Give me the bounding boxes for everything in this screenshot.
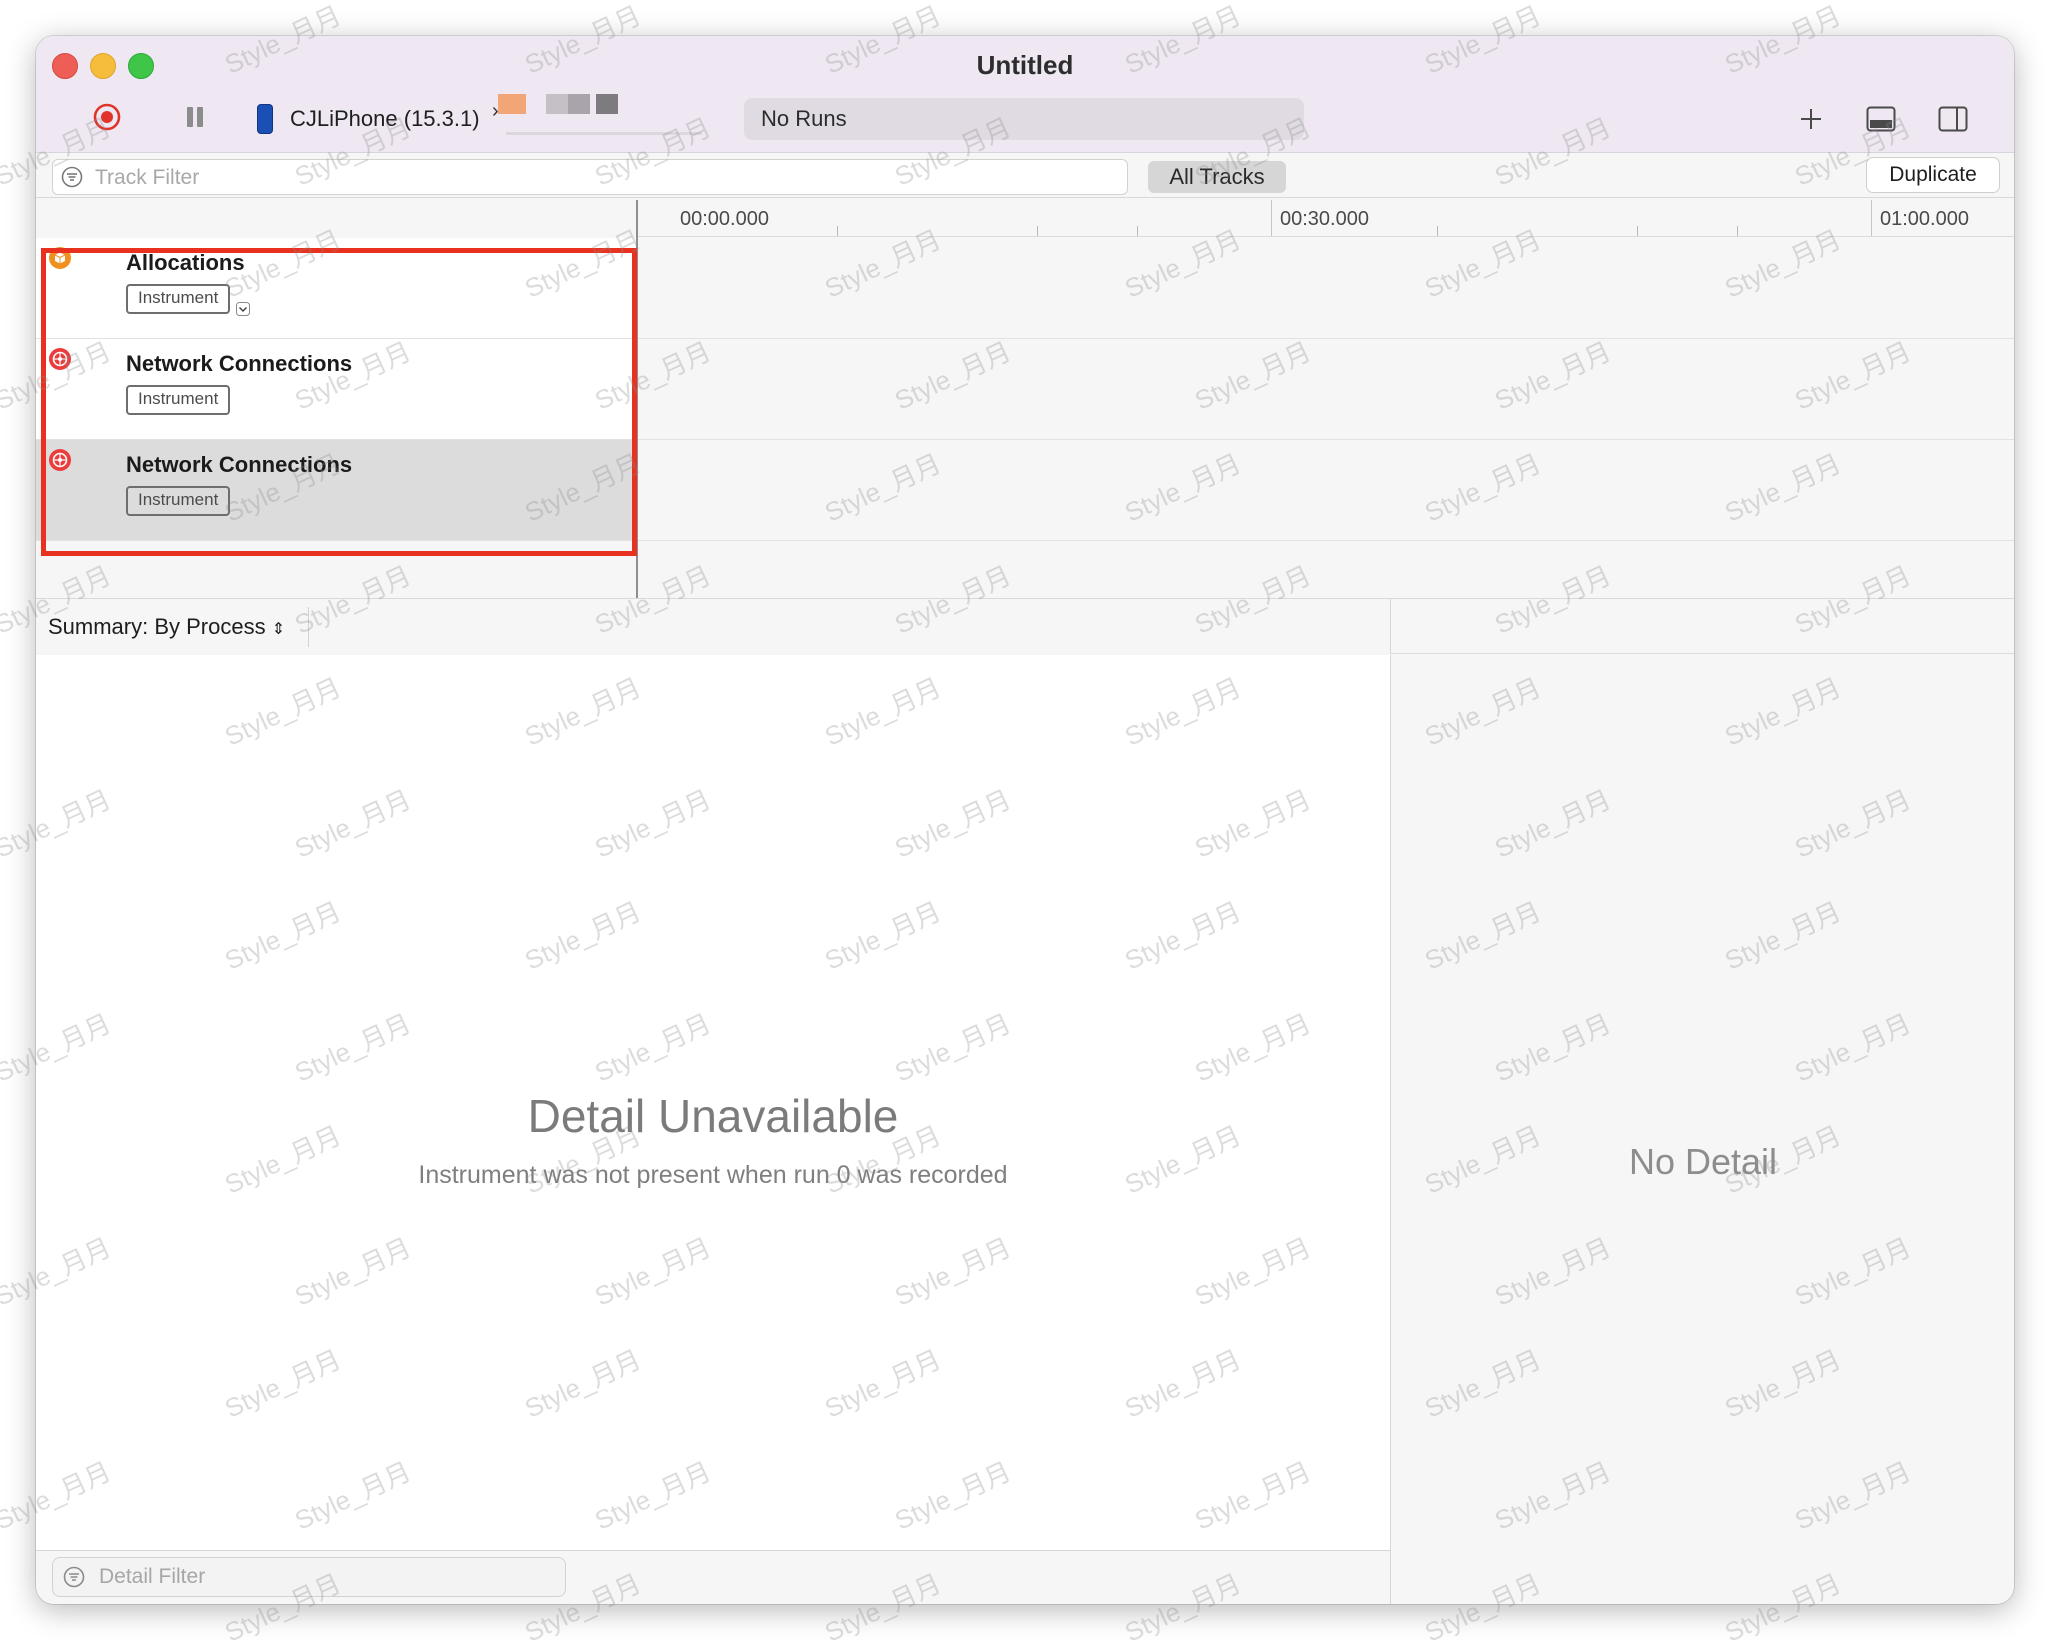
iphone-icon bbox=[257, 104, 273, 134]
track-lane[interactable] bbox=[637, 440, 2014, 541]
divider bbox=[308, 607, 309, 647]
run-selector[interactable]: No Runs bbox=[744, 98, 1304, 140]
network-icon bbox=[49, 348, 71, 370]
window-title: Untitled bbox=[976, 50, 1074, 80]
toggle-inspector-button[interactable] bbox=[1938, 106, 1968, 137]
timeline-label: 01:00.000 bbox=[1880, 208, 1969, 230]
track-divider[interactable] bbox=[636, 200, 638, 600]
plus-icon bbox=[1801, 109, 1821, 129]
filter-icon bbox=[61, 166, 83, 188]
sidebar-right-icon bbox=[1938, 106, 1968, 132]
track-filter-bar: Track Filter All Tracks Duplicate bbox=[36, 153, 2014, 198]
track-filter-placeholder: Track Filter bbox=[95, 166, 200, 189]
track-timeline-area[interactable] bbox=[637, 238, 2014, 541]
redacted-block bbox=[596, 94, 618, 114]
extended-detail-panel: No Detail bbox=[1390, 655, 2014, 1604]
track-name: Allocations bbox=[126, 250, 245, 275]
target-progress-line bbox=[506, 132, 702, 135]
instrument-tag[interactable]: Instrument bbox=[126, 284, 231, 314]
timeline-label: 00:30.000 bbox=[1280, 208, 1369, 230]
instrument-tag[interactable]: Instrument bbox=[126, 486, 231, 516]
track-name: Network Connections bbox=[126, 452, 353, 477]
duplicate-button[interactable]: Duplicate bbox=[1866, 157, 2000, 193]
filter-icon bbox=[63, 1566, 85, 1588]
run-selector-label: No Runs bbox=[761, 106, 847, 131]
pause-button[interactable] bbox=[182, 104, 208, 130]
track-name: Network Connections bbox=[126, 351, 353, 376]
updown-chevron-icon: ⇕ bbox=[271, 621, 286, 638]
toolbar: Untitled CJLiPhone (15.3.1) › No Runs bbox=[36, 36, 2014, 153]
no-detail-label: No Detail bbox=[1628, 1141, 1778, 1182]
track-list: Allocations Instrument Network Connectio… bbox=[36, 238, 637, 541]
allocations-icon bbox=[49, 247, 71, 269]
redacted-block bbox=[546, 94, 568, 114]
bottom-panel-icon bbox=[1866, 106, 1896, 132]
detail-area: Detail Unavailable Instrument was not pr… bbox=[36, 655, 1390, 1550]
chevron-down-icon[interactable] bbox=[236, 302, 250, 316]
track-row-network-connections-selected[interactable]: Network Connections Instrument bbox=[36, 440, 637, 541]
detail-unavailable-message: Instrument was not present when run 0 wa… bbox=[418, 1161, 1008, 1189]
instruments-window: Untitled CJLiPhone (15.3.1) › No Runs Tr… bbox=[36, 36, 2014, 1604]
network-icon bbox=[49, 449, 71, 471]
track-row-allocations[interactable]: Allocations Instrument bbox=[36, 238, 637, 339]
inspector-header bbox=[1390, 598, 2014, 654]
track-filter-input[interactable]: Track Filter bbox=[52, 159, 1128, 195]
instrument-tag[interactable]: Instrument bbox=[126, 385, 231, 415]
summary-selector[interactable]: Summary: By Process ⇕ bbox=[48, 614, 285, 640]
timeline-ruler[interactable]: 00:00.000 00:30.000 01:00.000 bbox=[637, 200, 2014, 237]
record-button[interactable] bbox=[92, 102, 122, 132]
detail-filter-placeholder: Detail Filter bbox=[99, 1565, 206, 1588]
redacted-block bbox=[498, 94, 526, 114]
track-row-network-connections[interactable]: Network Connections Instrument bbox=[36, 339, 637, 440]
track-lane[interactable] bbox=[637, 238, 2014, 339]
detail-unavailable-title: Detail Unavailable bbox=[527, 1090, 899, 1142]
summary-bar: Summary: By Process ⇕ bbox=[36, 598, 1390, 656]
record-icon bbox=[93, 103, 121, 131]
redacted-block bbox=[568, 94, 590, 114]
all-tracks-button[interactable]: All Tracks bbox=[1148, 161, 1286, 193]
detail-filter-bar: Detail Filter bbox=[36, 1550, 1390, 1604]
pause-icon bbox=[187, 107, 193, 127]
timeline-label: 00:00.000 bbox=[680, 208, 769, 230]
device-selector[interactable]: CJLiPhone (15.3.1) bbox=[290, 106, 480, 132]
detail-filter-input[interactable]: Detail Filter bbox=[52, 1557, 566, 1597]
add-instrument-button[interactable] bbox=[1798, 106, 1824, 137]
track-lane[interactable] bbox=[637, 339, 2014, 440]
toggle-detail-area-button[interactable] bbox=[1866, 106, 1896, 137]
